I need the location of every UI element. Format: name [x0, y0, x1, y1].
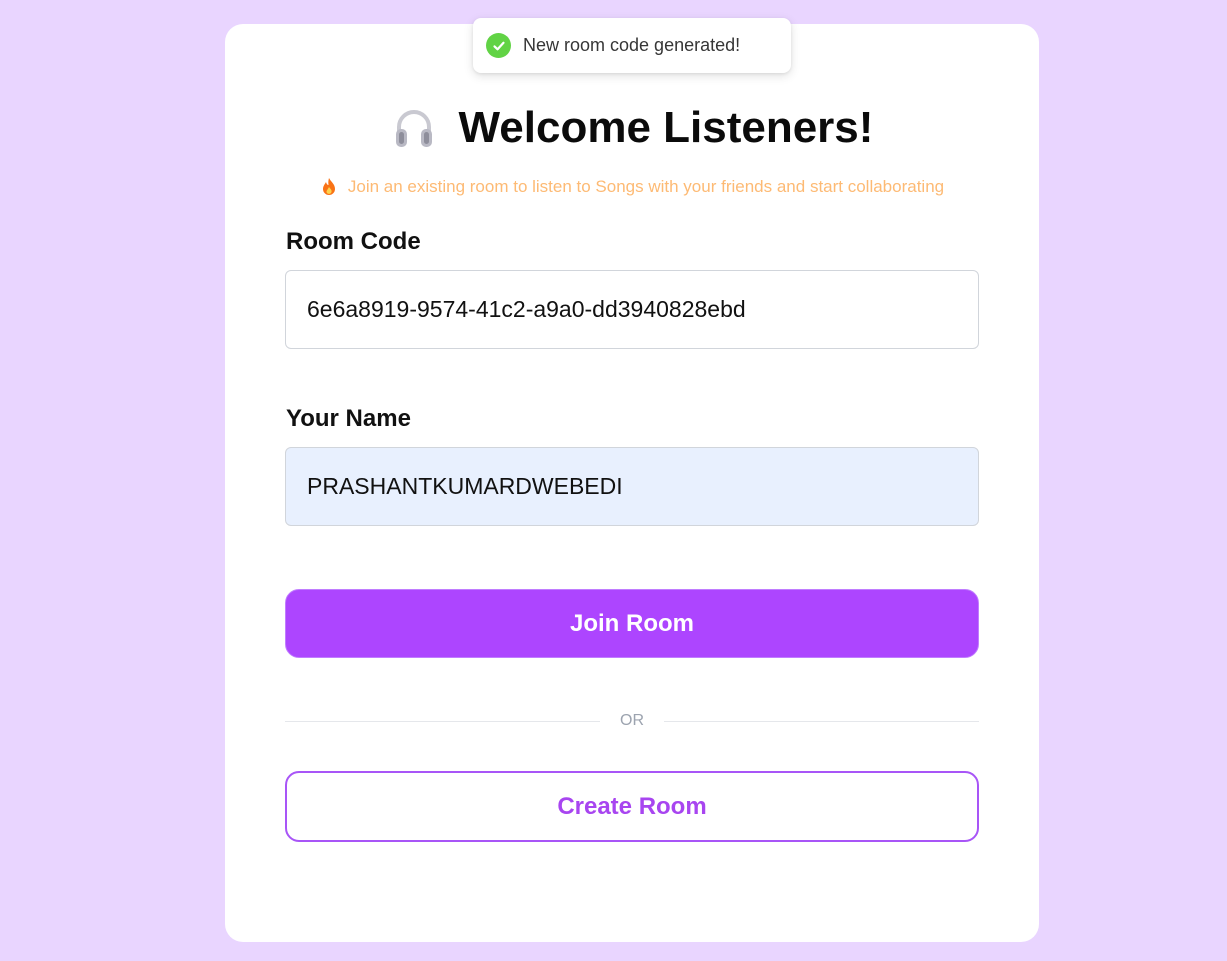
headphones-icon	[391, 105, 437, 151]
page-header: Welcome Listeners!	[225, 98, 1039, 158]
page-title: Welcome Listeners!	[458, 103, 874, 152]
divider-line-right	[664, 720, 979, 722]
toast-message: New room code generated!	[523, 35, 741, 55]
divider-line-left	[285, 720, 600, 722]
room-code-input[interactable]	[285, 270, 979, 349]
room-code-label: Room Code	[286, 228, 421, 255]
fire-icon	[320, 177, 338, 197]
divider-text: OR	[620, 712, 644, 729]
create-room-button[interactable]: Create Room	[285, 771, 979, 842]
name-input[interactable]	[285, 447, 979, 526]
join-room-button[interactable]: Join Room	[285, 589, 979, 658]
join-room-card: Welcome Listeners! Join an existing room…	[225, 24, 1039, 942]
or-divider: OR	[285, 707, 979, 735]
check-circle-icon	[486, 33, 511, 58]
page-subtitle: Join an existing room to listen to Songs…	[225, 174, 1039, 200]
toast-notification: New room code generated!	[473, 18, 791, 73]
subtitle-text: Join an existing room to listen to Songs…	[347, 177, 945, 196]
name-label: Your Name	[286, 405, 411, 432]
